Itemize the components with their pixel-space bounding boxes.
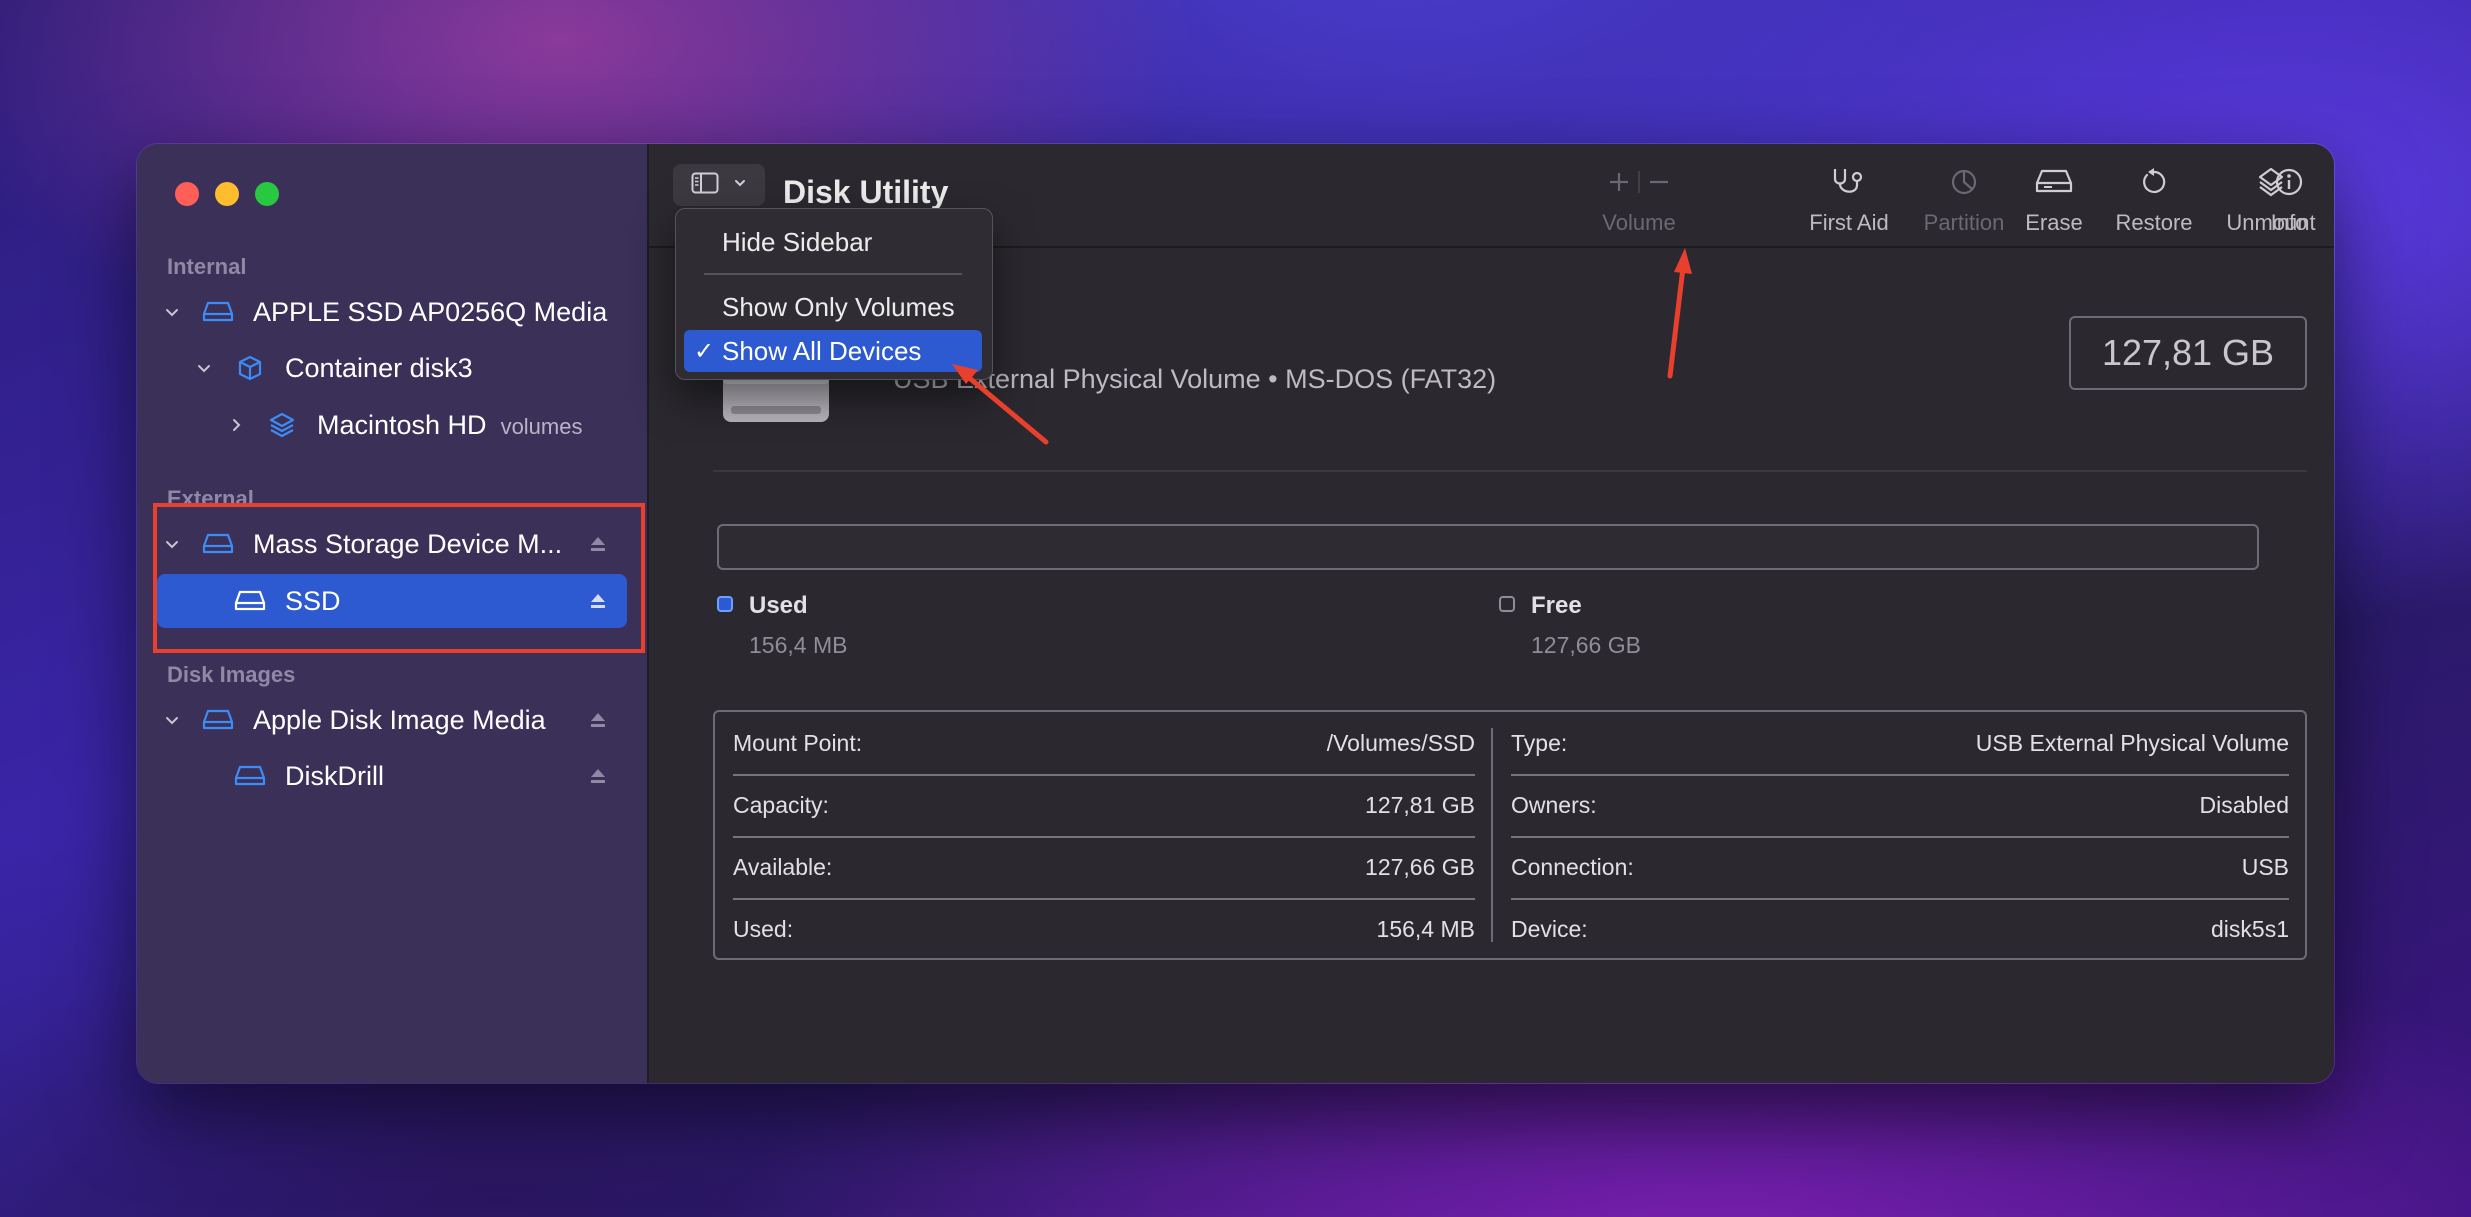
annotation-arrows	[952, 248, 1692, 445]
arrow-to-first-aid	[1667, 248, 1692, 379]
arrow-to-show-all-devices	[952, 364, 1049, 445]
